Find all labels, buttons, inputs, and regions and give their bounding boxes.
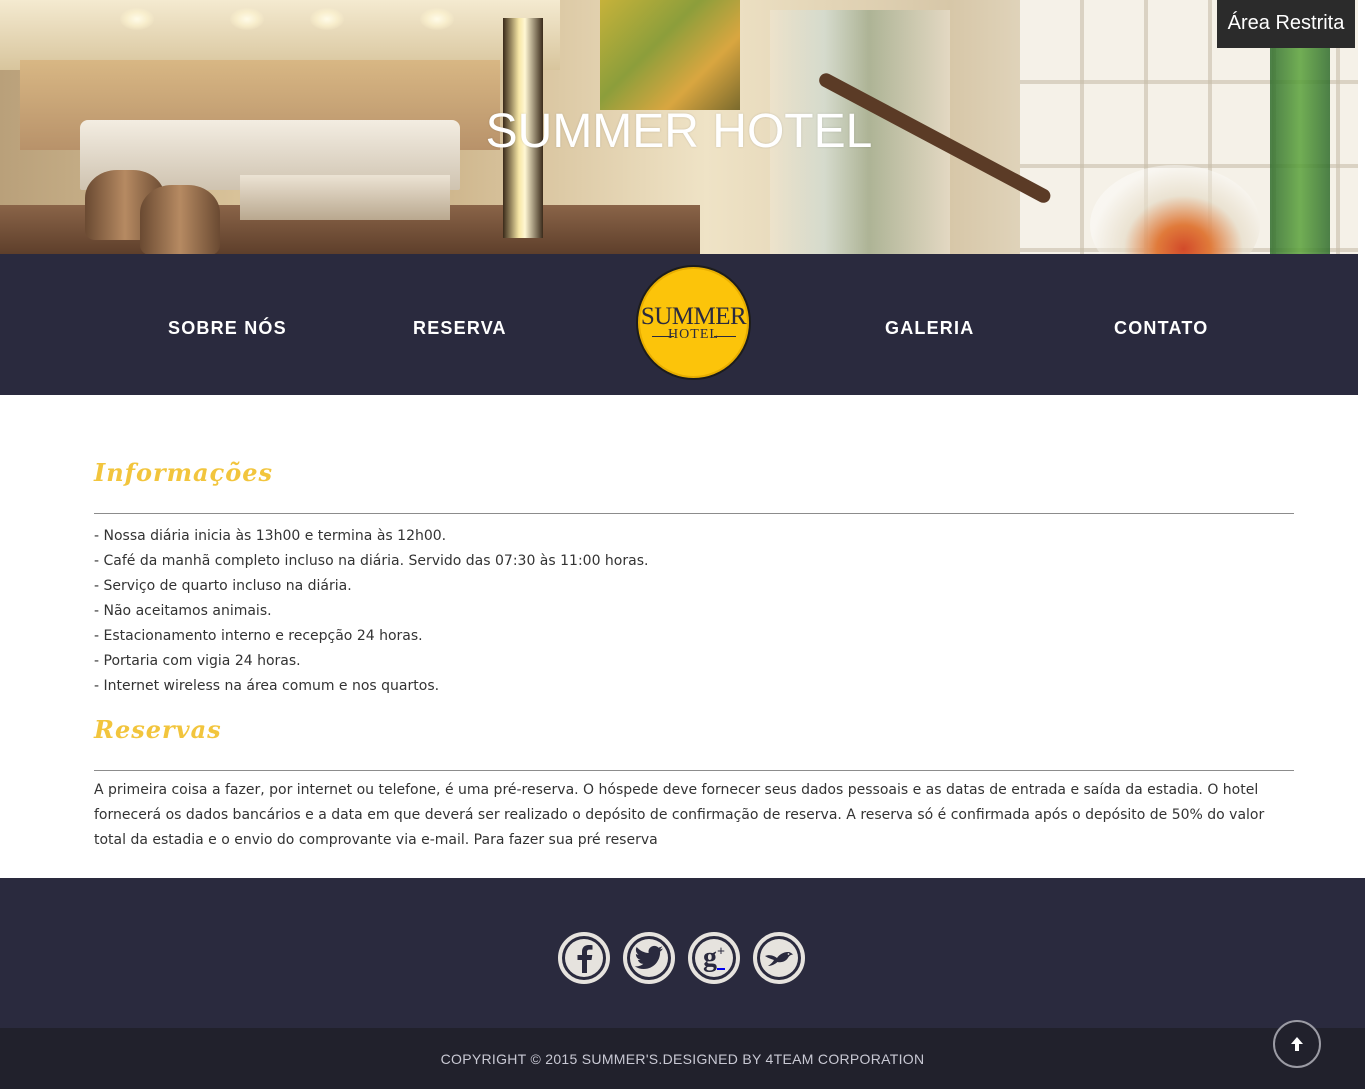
section-title-informacoes: Informações — [94, 458, 273, 487]
info-list: - Nossa diária inicia às 13h00 e termina… — [94, 524, 648, 699]
twitter-icon — [630, 939, 668, 977]
nav-item-sobre-nos[interactable]: SOBRE NÓS — [168, 318, 287, 339]
list-item: - Nossa diária inicia às 13h00 e termina… — [94, 528, 447, 544]
restricted-area-link[interactable]: Área Restrita — [1217, 0, 1355, 48]
list-item: - Estacionamento interno e recepção 24 h… — [94, 628, 423, 644]
hotel-logo[interactable]: SUMMER HOTEL — [636, 265, 751, 380]
hero-photo-stool — [140, 185, 220, 254]
logo-subtext: HOTEL — [668, 327, 719, 342]
list-item: - Serviço de quarto incluso na diária. — [94, 578, 352, 594]
google-plus-icon: g+ — [695, 939, 733, 977]
nav-item-reserva[interactable]: RESERVA — [413, 318, 507, 339]
list-item: - Portaria com vigia 24 horas. — [94, 653, 301, 669]
hero-photo-sofa-seat — [240, 175, 450, 220]
bird-link[interactable] — [753, 932, 805, 984]
hero-photo-spotlight — [230, 8, 264, 30]
google-plus-link[interactable]: g+ — [688, 932, 740, 984]
hero-photo-painting — [600, 0, 740, 110]
bird-icon — [760, 939, 798, 977]
section-divider — [94, 513, 1294, 514]
bottom-bar: COPYRIGHT © 2015 SUMMER'S.DESIGNED BY 4T… — [0, 1028, 1365, 1089]
reservas-paragraph: A primeira coisa a fazer, por internet o… — [94, 782, 1265, 848]
main-navigation: SOBRE NÓS RESERVA SUMMER HOTEL GALERIA C… — [0, 254, 1358, 395]
copyright-text: COPYRIGHT © 2015 SUMMER'S.DESIGNED BY 4T… — [440, 1051, 925, 1067]
hero-photo-spotlight — [120, 8, 154, 30]
list-item: - Café da manhã completo incluso na diár… — [94, 553, 649, 569]
hero-photo-spotlight — [310, 8, 344, 30]
hero-banner: SUMMER HOTEL — [0, 0, 1358, 254]
section-title-reservas: Reservas — [94, 715, 222, 744]
section-divider — [94, 770, 1294, 771]
twitter-link[interactable] — [623, 932, 675, 984]
nav-item-galeria[interactable]: GALERIA — [885, 318, 974, 339]
list-item: - Internet wireless na área comum e nos … — [94, 678, 440, 694]
hero-photo-spotlight — [420, 8, 454, 30]
facebook-icon — [565, 939, 603, 977]
nav-item-contato[interactable]: CONTATO — [1114, 318, 1208, 339]
arrow-up-icon — [1291, 1037, 1303, 1051]
facebook-link[interactable] — [558, 932, 610, 984]
list-item: - Não aceitamos animais. — [94, 603, 272, 619]
logo-rule — [714, 336, 736, 337]
hero-title: SUMMER HOTEL — [485, 105, 873, 158]
back-to-top-button[interactable] — [1273, 1020, 1321, 1068]
footer: g+ — [0, 878, 1365, 1028]
